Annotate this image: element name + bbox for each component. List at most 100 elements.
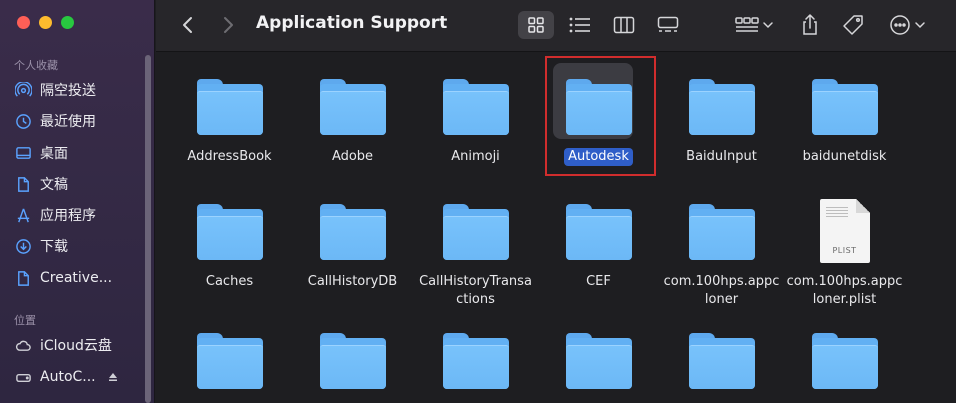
file-name: Caches <box>205 274 254 289</box>
airdrop-icon <box>14 81 32 99</box>
file-name: com.100hps.appc loner.plist <box>786 274 903 307</box>
folder-icon <box>688 202 755 260</box>
file-item-callhistorydb[interactable]: CallHistoryDB <box>291 196 414 316</box>
sidebar-item-creative[interactable]: Creative... <box>14 266 142 290</box>
sidebar-item-label: 下载 <box>40 239 68 255</box>
file-item-autodesk[interactable]: Autodesk <box>537 63 660 181</box>
file-item-baiduinput[interactable]: BaiduInput <box>660 71 783 181</box>
cloud-icon <box>14 336 32 354</box>
share-icon <box>803 14 817 35</box>
folder-icon <box>196 331 263 389</box>
list-view-icon <box>569 17 590 33</box>
file-name: Adobe <box>331 149 374 164</box>
group-by-icon <box>735 17 773 32</box>
more-icon <box>890 15 925 35</box>
sidebar-item-label: iCloud云盘 <box>40 338 112 354</box>
sidebar-item-airdrop[interactable]: 隔空投送 <box>14 78 142 102</box>
sidebar-header-favorites: 个人收藏 <box>14 59 58 72</box>
desktop-icon <box>14 144 32 162</box>
eject-icon[interactable] <box>108 372 118 382</box>
sidebar-item-label: 文稿 <box>40 177 68 193</box>
back-button[interactable] <box>178 11 198 39</box>
zoom-window-button[interactable] <box>61 16 74 29</box>
folder-icon <box>688 77 755 135</box>
file-item[interactable] <box>660 325 783 403</box>
toolbar: Application Support <box>156 0 956 52</box>
chevron-right-icon <box>224 17 233 33</box>
column-view-button[interactable] <box>606 11 642 39</box>
clock-icon <box>14 112 32 130</box>
applications-icon <box>14 206 32 224</box>
sidebar-header-locations: 位置 <box>14 314 36 327</box>
file-item[interactable] <box>537 325 660 403</box>
column-view-icon <box>613 16 635 34</box>
folder-icon <box>811 331 878 389</box>
file-item[interactable] <box>291 325 414 403</box>
file-item-appcloner-plist[interactable]: PLIST com.100hps.appc loner.plist <box>783 196 906 316</box>
folder-icon <box>565 202 632 260</box>
window-title: Application Support <box>256 13 448 33</box>
minimize-window-button[interactable] <box>39 16 52 29</box>
sidebar-item-icloud[interactable]: iCloud云盘 <box>14 333 142 357</box>
file-item[interactable] <box>414 325 537 403</box>
list-view-button[interactable] <box>562 11 598 39</box>
disk-icon <box>14 368 32 386</box>
file-item-addressbook[interactable]: AddressBook <box>168 71 291 181</box>
sidebar-scrollbar[interactable] <box>145 55 151 403</box>
sidebar-item-autocad-disk[interactable]: AutoC... <box>14 365 142 389</box>
tag-icon <box>843 15 863 35</box>
file-name: CEF <box>586 274 611 289</box>
sidebar-item-label: AutoC... <box>40 369 96 385</box>
sidebar-item-label: Creative... <box>40 270 113 286</box>
folder-icon <box>442 77 509 135</box>
file-item-appcloner-folder[interactable]: com.100hps.appc loner <box>660 196 783 316</box>
file-item-caches[interactable]: Caches <box>168 196 291 316</box>
sidebar-item-label: 应用程序 <box>40 208 96 224</box>
document-icon <box>14 175 32 193</box>
grid-view-button[interactable] <box>518 11 554 39</box>
file-item[interactable] <box>783 325 906 403</box>
tag-button[interactable] <box>838 11 868 39</box>
grid-view-icon <box>528 17 544 33</box>
sidebar-item-label: 隔空投送 <box>40 83 96 99</box>
folder-icon <box>319 202 386 260</box>
sidebar-item-recents[interactable]: 最近使用 <box>14 109 142 133</box>
sidebar: 个人收藏 隔空投送 最近使用 桌面 文稿 应用程序 下载 Creative...… <box>0 0 155 403</box>
chevron-left-icon <box>183 17 192 33</box>
folder-icon <box>442 331 509 389</box>
forward-button[interactable] <box>218 11 238 39</box>
sidebar-item-applications[interactable]: 应用程序 <box>14 203 142 227</box>
file-item-callhistorytransactions[interactable]: CallHistoryTransa ctions <box>414 196 537 316</box>
close-window-button[interactable] <box>17 16 30 29</box>
sidebar-item-downloads[interactable]: 下载 <box>14 234 142 258</box>
file-name: baidunetdisk <box>802 149 887 164</box>
file-name: CallHistoryDB <box>307 274 398 289</box>
sidebar-item-label: 桌面 <box>40 146 68 162</box>
folder-icon <box>565 77 632 135</box>
file-item-cef[interactable]: CEF <box>537 196 660 316</box>
folder-icon <box>196 77 263 135</box>
folder-icon <box>196 202 263 260</box>
file-item-adobe[interactable]: Adobe <box>291 71 414 181</box>
gallery-view-button[interactable] <box>650 11 686 39</box>
file-item-animoji[interactable]: Animoji <box>414 71 537 181</box>
file-item[interactable] <box>168 325 291 403</box>
share-button[interactable] <box>796 11 824 39</box>
file-name: AddressBook <box>187 149 272 164</box>
plist-badge: PLIST <box>832 246 857 255</box>
sidebar-item-desktop[interactable]: 桌面 <box>14 141 142 165</box>
folder-icon <box>565 331 632 389</box>
file-item-baidunetdisk[interactable]: baidunetdisk <box>783 71 906 181</box>
folder-icon <box>811 77 878 135</box>
folder-icon <box>319 331 386 389</box>
group-by-button[interactable] <box>732 11 776 39</box>
file-name: CallHistoryTransa ctions <box>419 274 532 307</box>
more-actions-button[interactable] <box>886 11 930 39</box>
file-name: com.100hps.appc loner <box>663 274 780 307</box>
sidebar-item-documents[interactable]: 文稿 <box>14 172 142 196</box>
window-controls <box>17 16 74 29</box>
folder-icon <box>688 331 755 389</box>
sidebar-item-label: 最近使用 <box>40 114 96 130</box>
download-icon <box>14 237 32 255</box>
gallery-view-icon <box>657 16 679 32</box>
